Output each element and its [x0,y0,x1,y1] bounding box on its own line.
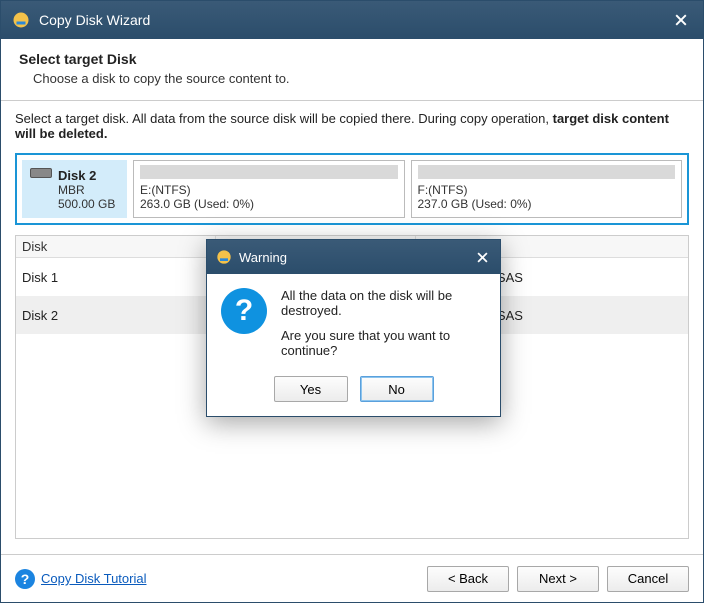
dialog-body: ? All the data on the disk will be destr… [207,274,500,372]
disk-icon [30,168,52,178]
instruction-text: Select a target disk. All data from the … [15,111,689,141]
partition-size: 237.0 GB (Used: 0%) [418,197,676,211]
partition-usage-bar [140,165,398,179]
selected-disk-size: 500.00 GB [58,197,115,211]
partition-f[interactable]: F:(NTFS) 237.0 GB (Used: 0%) [411,160,683,218]
partition-size: 263.0 GB (Used: 0%) [140,197,398,211]
step-subtitle: Choose a disk to copy the source content… [19,71,685,86]
dialog-titlebar: Warning [207,240,500,274]
dialog-message-1: All the data on the disk will be destroy… [281,288,486,318]
cancel-button[interactable]: Cancel [607,566,689,592]
question-icon: ? [221,288,267,334]
selected-disk-name: Disk 2 [58,168,115,183]
partition-label: E:(NTFS) [140,183,398,197]
window-title: Copy Disk Wizard [39,12,669,28]
selected-disk-type: MBR [58,183,115,197]
next-button[interactable]: Next > [517,566,599,592]
step-title: Select target Disk [19,51,685,67]
help-icon[interactable]: ? [15,569,35,589]
partition-label: F:(NTFS) [418,183,676,197]
tutorial-label: Copy Disk Tutorial [41,571,146,586]
partition-e[interactable]: E:(NTFS) 263.0 GB (Used: 0%) [133,160,405,218]
wizard-footer: ? Copy Disk Tutorial < Back Next > Cance… [1,554,703,602]
wizard-icon [11,10,31,30]
tutorial-link[interactable]: Copy Disk Tutorial [41,571,146,586]
yes-button[interactable]: Yes [274,376,348,402]
warning-icon [215,248,233,266]
dialog-message-2: Are you sure that you want to continue? [281,328,486,358]
dialog-buttons: Yes No [207,372,500,416]
selected-disk-panel[interactable]: Disk 2 MBR 500.00 GB E:(NTFS) 263.0 GB (… [15,153,689,225]
wizard-header: Select target Disk Choose a disk to copy… [1,39,703,101]
cell-disk: Disk 1 [16,264,216,291]
header-disk[interactable]: Disk [16,236,216,257]
dialog-close-button[interactable] [472,247,492,267]
selected-disk-info: Disk 2 MBR 500.00 GB [22,160,127,218]
no-button[interactable]: No [360,376,434,402]
partition-usage-bar [418,165,676,179]
back-button[interactable]: < Back [427,566,509,592]
instruction-prefix: Select a target disk. All data from the … [15,111,553,126]
warning-dialog: Warning ? All the data on the disk will … [206,239,501,417]
dialog-title: Warning [239,250,472,265]
close-button[interactable] [669,8,693,32]
titlebar: Copy Disk Wizard [1,1,703,39]
cell-disk: Disk 2 [16,302,216,329]
